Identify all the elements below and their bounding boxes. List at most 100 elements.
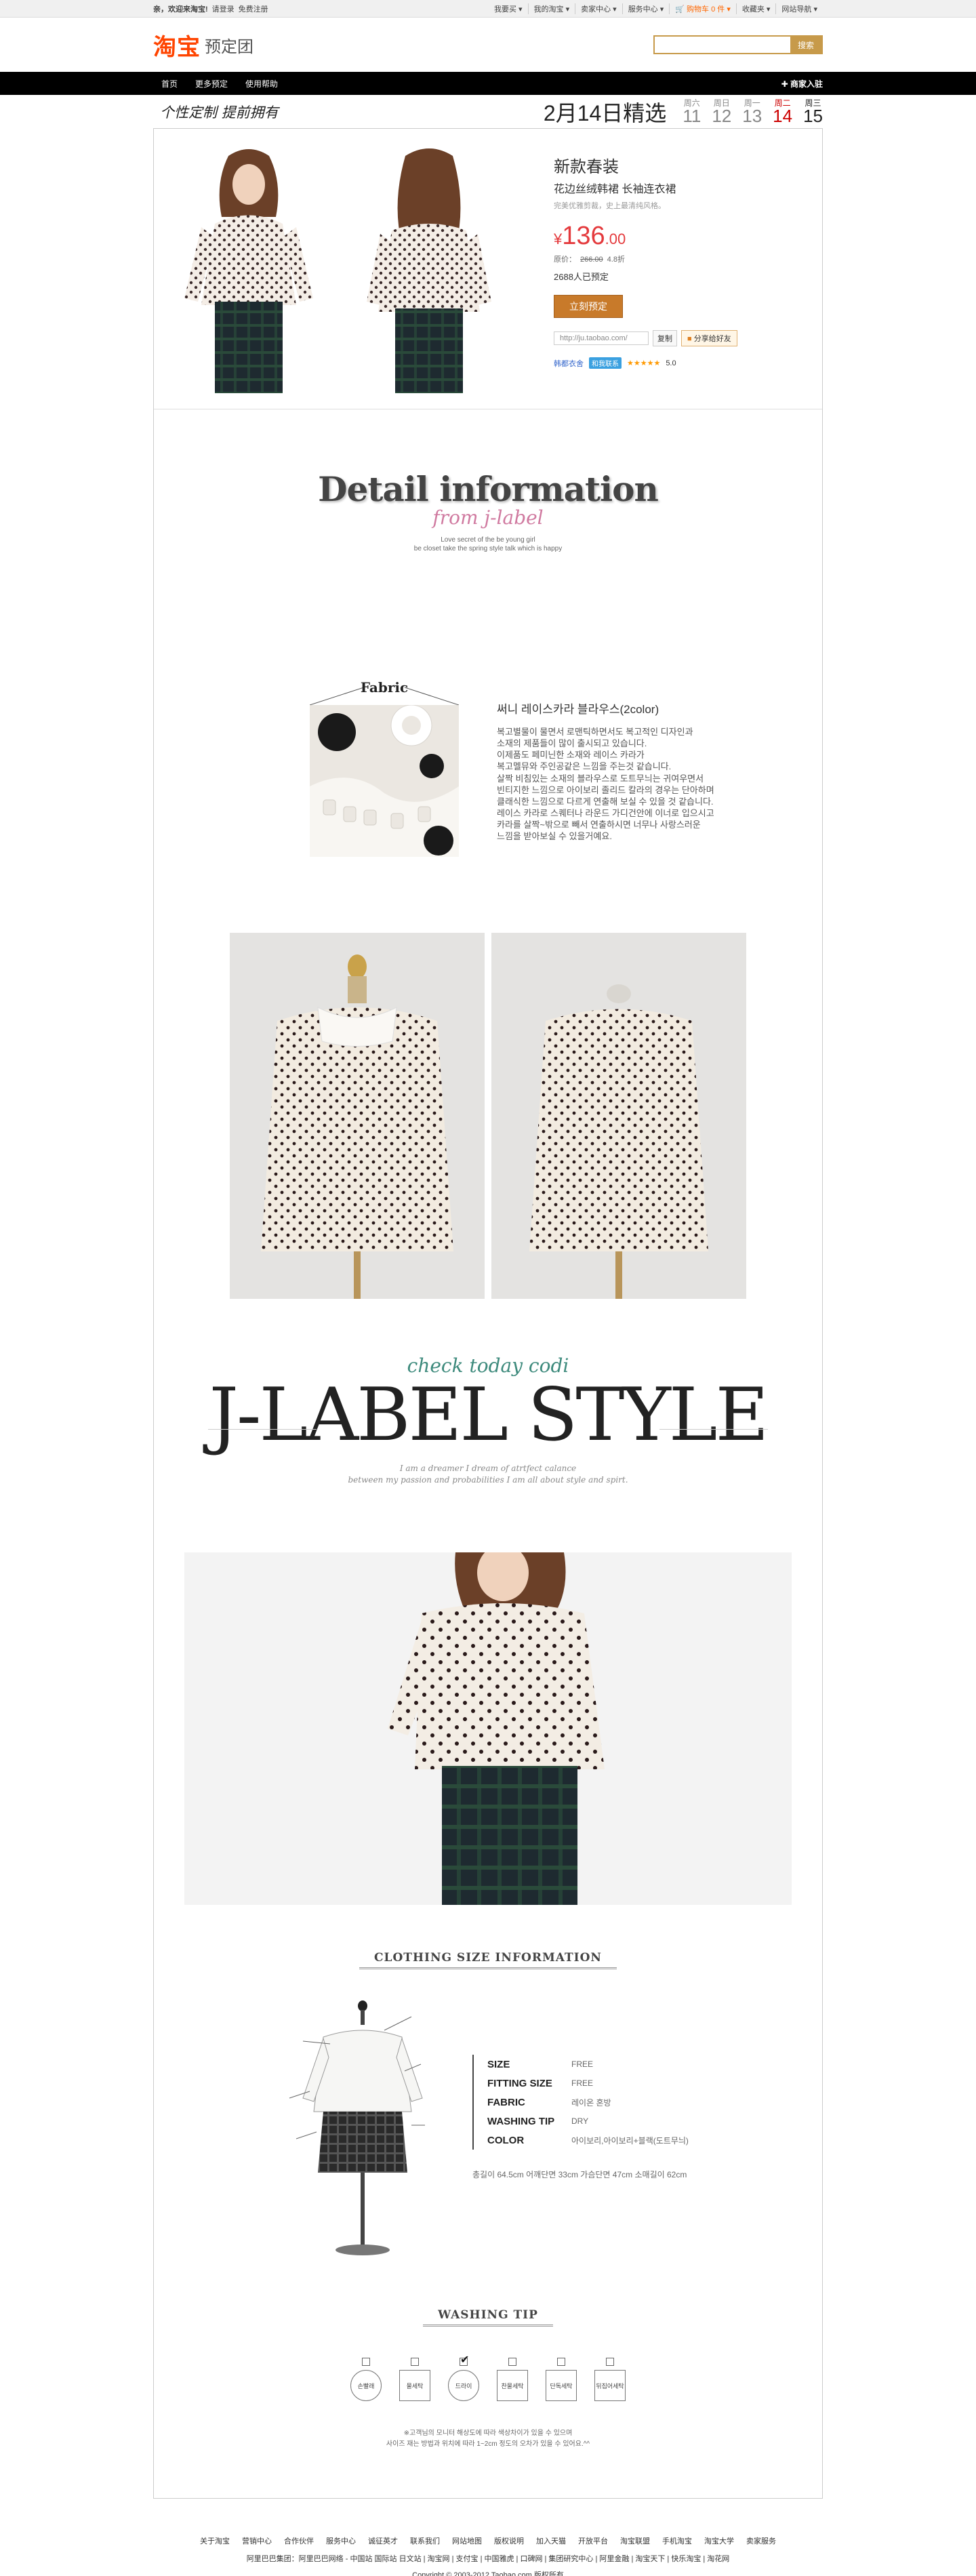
product-image-front[interactable] xyxy=(174,142,323,393)
size-row: SIZE FREE xyxy=(487,2058,594,2070)
size-row: FITTING SIZE FREE xyxy=(487,2077,594,2089)
nav-help[interactable]: 使用帮助 xyxy=(245,78,278,89)
detail-note: Love secret of the be young girl be close… xyxy=(413,536,563,552)
washing-icons: 손빨래 물세탁 드라이 찬물세탁 단독세탁 뒤집어세탁 xyxy=(154,2353,822,2401)
nav-home[interactable]: 首页 xyxy=(161,78,178,89)
fabric-line: 이제품도 페미닌한 소재와 레이스 카라가 xyxy=(497,750,645,761)
size-diagram xyxy=(276,1996,439,2268)
wash-inside-out-icon: 뒤집어세탁 xyxy=(594,2358,626,2401)
product-summary: 新款春装 花边丝绒韩裙 长袖连衣裙 完美优雅剪裁，史上最清纯风格。 ¥136.0… xyxy=(154,129,822,409)
jlabel-style-section: check today codi J-LABEL STYLE I am a dr… xyxy=(154,1349,822,1552)
footer-link[interactable]: 关于淘宝 xyxy=(200,2535,230,2546)
login-link[interactable]: 请登录 xyxy=(212,3,235,14)
product-subtitle: 花边丝绒韩裙 长袖连衣裙 xyxy=(554,184,676,195)
logo-subtitle: 预定团 xyxy=(205,37,253,56)
fabric-line: 카라를 살짝~밖으로 빼서 연출하시면 너무나 사랑스러운 xyxy=(497,820,701,830)
washing-section: WASHING TIP 손빨래 물세탁 드라이 찬물세탁 단독세탁 뒤집어세탁 … xyxy=(154,2281,822,2498)
fabric-line: 소재의 제품들이 많이 출시되고 있습니다. xyxy=(497,738,647,749)
size-header: CLOTHING SIZE INFORMATION xyxy=(154,1951,822,1969)
share-url-field[interactable]: http://ju.taobao.com/ xyxy=(554,331,649,345)
footer-link[interactable]: 版权说明 xyxy=(494,2535,524,2546)
search-button[interactable]: 搜索 xyxy=(790,37,821,53)
menu-buy[interactable]: 我要买 ▾ xyxy=(489,3,528,14)
fabric-heading: 써니 레이스카라 블라우스(2color) xyxy=(497,703,659,716)
fabric-image xyxy=(310,705,459,857)
footer-link[interactable]: 加入天猫 xyxy=(536,2535,566,2546)
footer-link[interactable]: 淘宝联盟 xyxy=(620,2535,650,2546)
welcome-text: 亲，欢迎来淘宝! xyxy=(153,5,208,14)
footer-group-links[interactable]: 阿里巴巴集团：阿里巴巴网络 - 中国站 国际站 日文站 | 淘宝网 | 支付宝 … xyxy=(0,2553,976,2564)
share-icon: ■ xyxy=(687,335,694,343)
logo[interactable]: 淘宝 预定团 xyxy=(153,28,253,62)
share-friend-button[interactable]: ■ 分享给好友 xyxy=(681,330,737,346)
footer-link[interactable]: 淘宝大学 xyxy=(704,2535,734,2546)
menu-service-center[interactable]: 服务中心 ▾ xyxy=(622,3,670,14)
date-tab-15[interactable]: 周三 15 xyxy=(803,99,823,125)
detail-title: Detail information xyxy=(318,469,659,509)
fabric-description: 써니 레이스카라 블라우스(2color) 복고별물이 물면서 로맨틱하면서도 … xyxy=(497,681,781,881)
footer-link[interactable]: 网站地图 xyxy=(452,2535,482,2546)
product-image-back[interactable] xyxy=(354,142,504,393)
washing-note: ※고객님의 모니터 해상도에 따라 색상차이가 있을 수 있으며 사이즈 재는 방… xyxy=(386,2430,590,2448)
footer-link[interactable]: 卖家服务 xyxy=(746,2535,776,2546)
size-row: COLOR 아이보리,아이보리+블랙(도트무늬) xyxy=(487,2134,689,2146)
size-row: FABRIC 레이온 혼방 xyxy=(487,2096,611,2108)
footer-link[interactable]: 开放平台 xyxy=(578,2535,608,2546)
date-tab-14[interactable]: 周二 14 xyxy=(773,99,792,125)
washing-heading: WASHING TIP xyxy=(423,2308,553,2327)
measurements: 총길이 64.5cm 어깨단면 33cm 가슴단면 47cm 소매길이 62cm xyxy=(472,2170,687,2179)
jlabel-title: J-LABEL STYLE xyxy=(209,1373,769,1457)
search-box: 搜索 xyxy=(653,35,823,54)
detail-header: Detail information from j-label Love sec… xyxy=(154,409,822,678)
mannequin-front-image xyxy=(230,933,485,1299)
main-nav: 首页 更多预定 使用帮助 ✚ 商家入驻 xyxy=(0,72,976,95)
menu-my-taobao[interactable]: 我的淘宝 ▾ xyxy=(527,3,575,14)
date-tab-13[interactable]: 周一 13 xyxy=(742,99,762,125)
size-heading: CLOTHING SIZE INFORMATION xyxy=(359,1951,617,1969)
jlabel-divider-right xyxy=(659,1429,768,1430)
logo-mark: 淘宝 xyxy=(153,33,201,61)
sold-count: 2688人已预定 xyxy=(554,272,609,282)
footer: 关于淘宝 营销中心 合作伙伴 服务中心 诚征英才 联系我们 网站地图 版权说明 … xyxy=(0,2535,976,2576)
merchant-join-link[interactable]: ✚ 商家入驻 xyxy=(781,78,823,89)
cart-icon: 🛒 xyxy=(675,5,687,14)
footer-link[interactable]: 合作伙伴 xyxy=(284,2535,314,2546)
fabric-section: Fabric 써니 레이스카라 블라우스(2color) 복고별물이 물면서 로… xyxy=(154,678,822,881)
model-photo xyxy=(184,1552,792,1905)
footer-link[interactable]: 营销中心 xyxy=(242,2535,272,2546)
mannequin-photos xyxy=(154,881,822,1349)
register-link[interactable]: 免费注册 xyxy=(239,3,268,14)
reserve-button[interactable]: 立刻预定 xyxy=(554,295,623,318)
product-info: 新款春装 花边丝绒韩裙 长袖连衣裙 完美优雅剪裁，史上最清纯风格。 ¥136.0… xyxy=(554,142,784,409)
footer-link[interactable]: 联系我们 xyxy=(410,2535,440,2546)
header: 淘宝 预定团 搜索 xyxy=(153,18,823,72)
menu-seller-center[interactable]: 卖家中心 ▾ xyxy=(575,3,622,14)
wangwang-contact-button[interactable]: 和我联系 xyxy=(589,357,622,369)
shop-name-link[interactable]: 韩都衣舍 xyxy=(554,358,584,369)
fabric-line: 복고별물이 물면서 로맨틱하면서도 복고적인 디자인과 xyxy=(497,727,693,737)
menu-favorites[interactable]: 收藏夹 ▾ xyxy=(735,3,776,14)
search-input[interactable] xyxy=(655,37,790,53)
footer-link[interactable]: 诚征英才 xyxy=(368,2535,398,2546)
fabric-line: 살짝 비침있는 소재의 블라우스로 도트무늬는 귀여우면서 xyxy=(497,773,704,784)
date-tab-12[interactable]: 周日 12 xyxy=(712,99,731,125)
nav-more-presale[interactable]: 更多预定 xyxy=(195,78,228,89)
menu-cart[interactable]: 🛒 购物车 0 件 ▾ xyxy=(669,3,736,14)
fabric-line: 빈티지한 느낌으로 아이보리 졸리드 칼라의 경우는 단아하며 xyxy=(497,784,714,795)
footer-copyright: Copyright © 2003-2012 Taobao.com 版权所有 xyxy=(412,2571,564,2576)
copy-button[interactable]: 复制 xyxy=(653,330,677,346)
share-row: http://ju.taobao.com/ 复制 ■ 分享给好友 xyxy=(554,330,784,346)
date-tab-11[interactable]: 周六 11 xyxy=(683,99,701,125)
fabric-line: 느낌을 받아보실 수 있을거예요. xyxy=(497,831,612,842)
product-title: 新款春装 xyxy=(554,158,619,176)
date-title: 2月14日精选 xyxy=(543,100,667,125)
menu-site-nav[interactable]: 网站导航 ▾ xyxy=(775,3,823,14)
wash-water-icon: 물세탁 xyxy=(399,2358,430,2401)
footer-link[interactable]: 手机淘宝 xyxy=(662,2535,692,2546)
rating-value: 5.0 xyxy=(666,359,676,367)
wash-hand-icon: 손빨래 xyxy=(350,2358,382,2401)
footer-link[interactable]: 服务中心 xyxy=(326,2535,356,2546)
fabric-line: 복고멜뮤와 주인공같은 느낌을 주는것 같습니다. xyxy=(497,761,672,772)
detail-subtitle: from j-label xyxy=(432,506,544,529)
fabric-line: 클래식한 느낌으로 다르게 연출해 보실 수 있을 것 같습니다. xyxy=(497,796,714,807)
